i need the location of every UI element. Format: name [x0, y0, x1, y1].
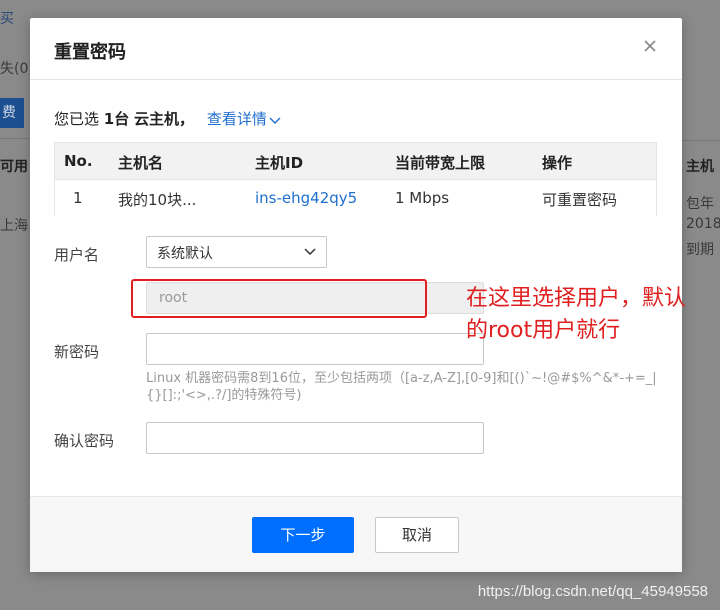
username-select[interactable]: 系统默认: [146, 236, 327, 268]
cell-hostname: 我的10块...: [118, 191, 197, 209]
bg-billing-cell: 包年: [686, 196, 714, 212]
view-details-label: 查看详情: [206, 110, 267, 128]
selected-prefix: 您已选: [54, 110, 100, 128]
bg-col-header-right: 主机: [686, 159, 714, 175]
password-hint: Linux 机器密码需8到16位，至少包括两项（[a-z,A-Z],[0-9]和…: [146, 371, 657, 403]
bg-side-button: 费: [0, 98, 24, 128]
server-table: No. 主机名 主机ID 当前带宽上限 操作 1 我的10块... ins-eh…: [54, 142, 657, 216]
cell-bandwidth: 1 Mbps: [395, 189, 450, 207]
cell-no: 1: [73, 189, 83, 207]
chevron-down-icon: [304, 248, 316, 256]
username-select-value: 系统默认: [157, 246, 213, 262]
selected-unit: 云主机，: [134, 110, 195, 128]
annotation-highlight-box: [131, 279, 427, 318]
selected-summary: 您已选 1台 云主机， 查看详情: [54, 108, 281, 129]
col-header-bandwidth: 当前带宽上限: [395, 154, 486, 172]
confirm-password-input[interactable]: [146, 422, 484, 454]
col-header-host-id: 主机ID: [255, 154, 304, 172]
cell-host-id-link[interactable]: ins-ehg42qy5: [255, 189, 357, 207]
watermark: https://blog.csdn.net/qq_45949558: [477, 583, 708, 600]
col-header-no: No.: [64, 152, 93, 170]
selected-count: 1台: [103, 110, 130, 128]
reset-password-dialog: 重置密码 您已选 1台 云主机， 查看详情 No. 主机名 主机ID 当前带宽上…: [30, 18, 686, 572]
cell-action: 可重置密码: [542, 191, 618, 209]
view-details-link[interactable]: 查看详情: [207, 110, 281, 128]
dialog-header: 重置密码: [30, 18, 682, 80]
username-label: 用户名: [54, 246, 100, 264]
bg-date-cell: 2018-: [686, 216, 720, 232]
close-icon[interactable]: [642, 38, 658, 54]
bg-col-header-left: 可用: [0, 159, 28, 175]
col-header-action: 操作: [542, 154, 573, 172]
col-header-hostname: 主机名: [118, 154, 164, 172]
table-row: 1 我的10块... ins-ehg42qy5 1 Mbps 可重置密码: [55, 179, 656, 216]
new-password-input[interactable]: [146, 333, 484, 365]
dialog-footer: 下一步 取消: [30, 496, 682, 572]
new-password-label: 新密码: [54, 343, 100, 361]
bg-divider: [0, 138, 30, 139]
dialog-title: 重置密码: [54, 42, 126, 63]
annotation-note: 在这里选择用户，默认的root用户就行: [466, 286, 687, 343]
chevron-down-icon: [269, 117, 281, 124]
bg-region-cell: 上海: [0, 218, 28, 234]
confirm-password-label: 确认密码: [54, 432, 115, 450]
table-header-row: No. 主机名 主机ID 当前带宽上限 操作: [55, 143, 656, 180]
cancel-button[interactable]: 取消: [375, 517, 459, 553]
bg-filter-tab: 失(0): [0, 61, 34, 77]
next-step-button[interactable]: 下一步: [252, 517, 354, 553]
bg-top-link: 买: [0, 11, 14, 27]
bg-divider-right: [682, 140, 720, 141]
bg-expire-cell: 到期: [686, 242, 714, 258]
